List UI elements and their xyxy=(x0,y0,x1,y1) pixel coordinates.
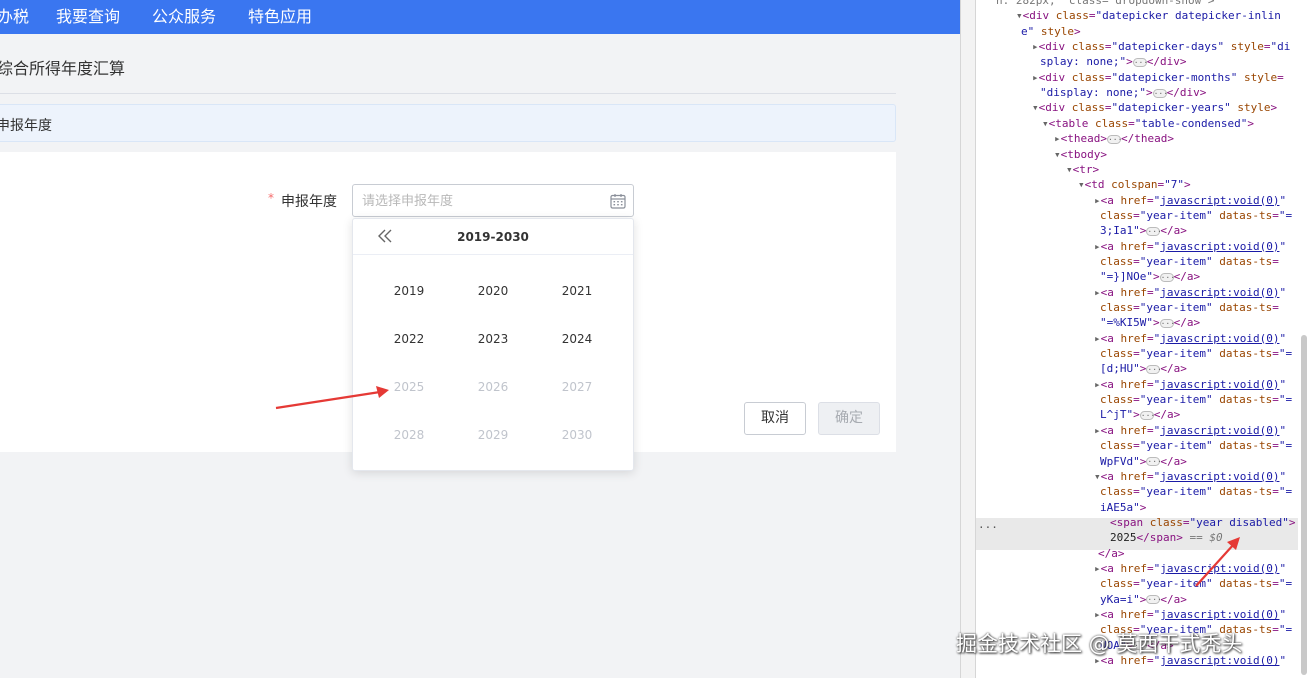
panel-splitter[interactable] xyxy=(960,0,976,678)
dom-tree-line[interactable]: [d;HU">···</a> xyxy=(1100,361,1187,376)
annotation-arrow-right xyxy=(1195,537,1240,587)
page-header: 综合所得年度汇算 xyxy=(0,34,960,94)
dom-tree-line[interactable]: 3;Ia1">···</a> xyxy=(1100,223,1187,238)
page-title: 综合所得年度汇算 xyxy=(0,59,126,78)
dom-tree-line[interactable]: ▸<a href="javascript:void(0)" xyxy=(1094,285,1286,300)
dom-tree-line[interactable]: <span class="year disabled"> xyxy=(1110,515,1295,530)
required-mark: * xyxy=(268,191,274,205)
year-cell-2022[interactable]: 2022 xyxy=(367,325,451,353)
dom-tree-line[interactable]: ▾<tr> xyxy=(1066,162,1099,177)
annotation-arrow-left xyxy=(275,386,389,410)
calendar-icon[interactable] xyxy=(609,192,627,210)
app-window: 办税 我要查询 公众服务 特色应用 综合所得年度汇算 申报年度 * 申报年度 请… xyxy=(0,0,960,678)
section-title: 申报年度 xyxy=(0,118,52,134)
dom-tree-line[interactable]: e" style> xyxy=(1021,24,1081,39)
dom-tree-line[interactable]: class="year-item" datas-ts="= xyxy=(1100,208,1292,223)
dom-tree-line[interactable]: ▾<tbody> xyxy=(1054,147,1107,162)
nav-item-tax[interactable]: 办税 xyxy=(0,3,29,27)
top-navigation: 办税 我要查询 公众服务 特色应用 xyxy=(0,0,960,34)
dom-tree-line[interactable]: class="year-item" datas-ts="= xyxy=(1100,484,1292,499)
dom-tree-line[interactable]: yKa=i">···</a> xyxy=(1100,592,1187,607)
dom-tree-line[interactable]: "display: none;">···</div> xyxy=(1040,85,1206,100)
double-chevron-left-icon[interactable] xyxy=(375,225,395,247)
year-picker-field[interactable] xyxy=(352,184,634,217)
datepicker-range: 2019-2030 xyxy=(457,230,529,244)
dom-tree-line[interactable]: ▾<a href="javascript:void(0)" xyxy=(1094,469,1286,484)
year-cell-2021[interactable]: 2021 xyxy=(535,277,619,305)
cancel-button[interactable]: 取消 xyxy=(744,402,806,435)
confirm-button[interactable]: 确定 xyxy=(818,402,880,435)
year-datepicker: 2019-2030 2019 2020 2021 2022 2023 2024 2025 20… xyxy=(352,218,634,471)
dom-tree-line[interactable]: L^jT">···</a> xyxy=(1100,407,1180,422)
nav-item-featured-apps[interactable]: 特色应用 xyxy=(248,3,312,27)
dom-tree-line[interactable]: ▸<a href="javascript:void(0)" xyxy=(1094,239,1286,254)
year-cell-2029-disabled: 2029 xyxy=(477,428,509,442)
year-cell-2023[interactable]: 2023 xyxy=(451,325,535,353)
year-input[interactable] xyxy=(362,191,602,211)
dom-tree-line[interactable]: ▾<div class="datepicker datepicker-inlin xyxy=(1016,8,1281,23)
dom-tree-line[interactable]: class="year-item" datas-ts="= xyxy=(1100,392,1292,407)
dom-tree-line[interactable]: ▾<td colspan="7"> xyxy=(1078,177,1191,192)
dom-tree-line[interactable]: ▸<a href="javascript:void(0)" xyxy=(1094,331,1286,346)
year-cell-2024[interactable]: 2024 xyxy=(535,325,619,353)
dom-tree-line[interactable]: ▸<thead>···</thead> xyxy=(1054,131,1174,146)
dom-tree-line[interactable]: class="year-item" datas-ts="= xyxy=(1100,438,1292,453)
devtools-scrollbar[interactable] xyxy=(1301,335,1307,675)
nav-item-public-service[interactable]: 公众服务 xyxy=(152,3,216,27)
node-options-dots[interactable]: ··· xyxy=(978,520,998,535)
dom-tree-line[interactable]: "=%KI5W">···</a> xyxy=(1100,315,1200,330)
dom-tree-line[interactable]: class="year-item" datas-ts= xyxy=(1100,300,1279,315)
dom-tree-line[interactable]: iAE5a"> xyxy=(1100,500,1146,515)
dom-tree-line[interactable]: class="year-item" datas-ts= xyxy=(1100,254,1279,269)
dom-tree-line[interactable]: ▸<div class="datepicker-months" style= xyxy=(1032,70,1284,85)
year-cell-2027-disabled: 2027 xyxy=(561,380,593,394)
dom-tree-line[interactable]: "=}]NOe">···</a> xyxy=(1100,269,1200,284)
year-label: 申报年度 xyxy=(281,194,337,210)
dom-tree-line[interactable]: ▾<div class="datepicker-years" style> xyxy=(1032,100,1277,115)
datepicker-header: 2019-2030 xyxy=(353,219,633,255)
year-cell-2020[interactable]: 2020 xyxy=(451,277,535,305)
devtools-elements-panel: ··· n: 282px; class= dropdown-show > ▾<di… xyxy=(976,0,1310,678)
dom-tree-line[interactable]: splay: none;">···</div> xyxy=(1040,54,1186,69)
year-cell-2028-disabled: 2028 xyxy=(393,428,425,442)
year-cell-2026-disabled: 2026 xyxy=(477,380,509,394)
year-cell-2019[interactable]: 2019 xyxy=(367,277,451,305)
dom-tree-line[interactable]: ▸<a href="javascript:void(0)" xyxy=(1094,193,1286,208)
dom-tree-line[interactable]: ▸<a href="javascript:void(0)" xyxy=(1094,423,1286,438)
dom-tree-line[interactable]: n: 282px; class= dropdown-show > xyxy=(996,0,1215,8)
year-cell-2030-disabled: 2030 xyxy=(561,428,593,442)
dom-tree-line[interactable]: WpFVd">···</a> xyxy=(1100,454,1187,469)
dom-tree-line[interactable]: ▸<div class="datepicker-days" style="di xyxy=(1032,39,1290,54)
header-divider xyxy=(0,93,896,94)
section-header: 申报年度 xyxy=(0,104,896,142)
watermark: 掘金技术社区 @ 莫西干式秃头 xyxy=(956,632,1243,656)
dom-tree-line[interactable]: ▸<a href="javascript:void(0)" xyxy=(1094,607,1286,622)
dom-tree-line[interactable]: </a> xyxy=(1098,546,1125,561)
dom-tree-line[interactable]: ▾<table class="table-condensed"> xyxy=(1042,116,1254,131)
dom-tree-line[interactable]: ▸<a href="javascript:void(0)" xyxy=(1094,377,1286,392)
dom-tree-line[interactable]: class="year-item" datas-ts="= xyxy=(1100,346,1292,361)
nav-item-query[interactable]: 我要查询 xyxy=(56,3,120,27)
